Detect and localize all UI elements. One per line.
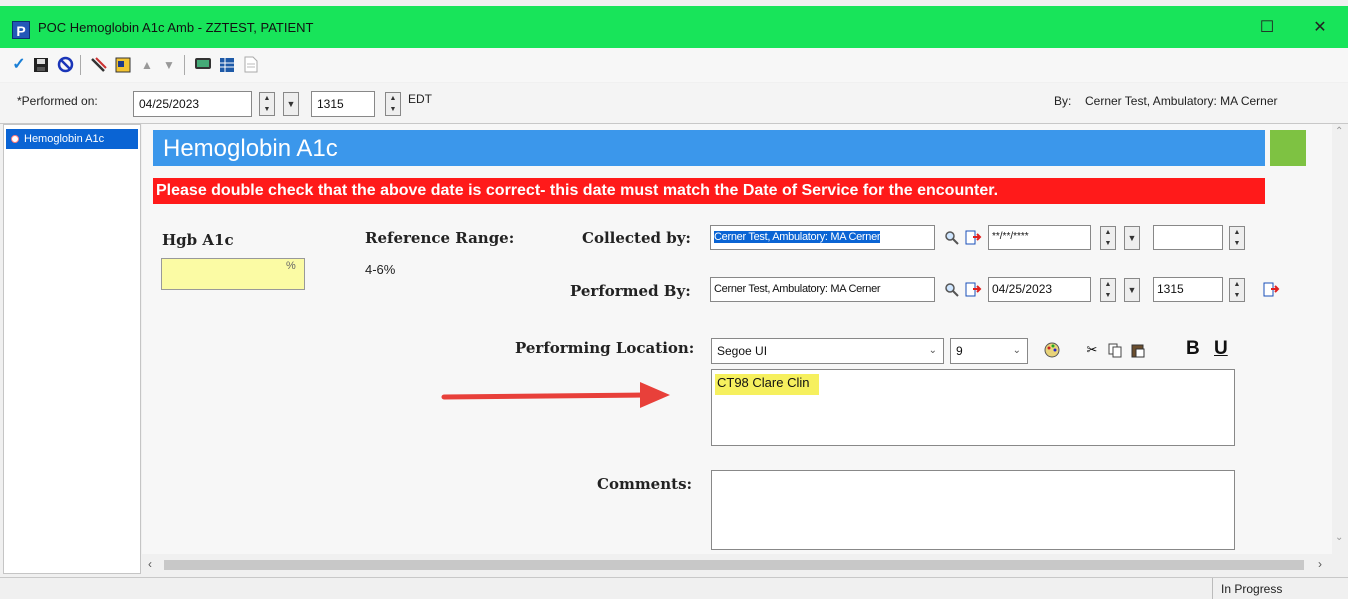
by-label: By: [1054, 94, 1072, 108]
search-icon[interactable] [942, 227, 962, 249]
monitor-icon[interactable] [192, 54, 214, 76]
incomplete-dot-icon [11, 135, 19, 143]
comments-label: Comments: [597, 475, 693, 493]
grid-icon[interactable] [216, 54, 238, 76]
nav-item-hemoglobin-a1c[interactable]: Hemoglobin A1c [6, 129, 138, 149]
performed-calendar-dropdown[interactable]: ▼ [1124, 278, 1140, 302]
up-arrow-icon[interactable]: ▲ [136, 54, 158, 76]
bold-button[interactable]: B [1186, 338, 1200, 360]
font-size-select[interactable]: 9 ⌄ [950, 338, 1028, 364]
time-spinner[interactable]: ▲ ▼ [385, 92, 401, 116]
status-indicator [1270, 130, 1306, 166]
annotation-arrow-icon [441, 382, 670, 408]
font-size-value: 9 [956, 344, 963, 358]
section-header: Hemoglobin A1c [153, 130, 1265, 166]
date-warning-banner: Please double check that the above date … [153, 178, 1265, 204]
status-bar: In Progress [0, 577, 1348, 599]
scroll-right-icon[interactable]: › [1318, 557, 1322, 571]
title-bar: P POC Hemoglobin A1c Amb - ZZTEST, PATIE… [0, 6, 1348, 48]
color-palette-icon[interactable] [1042, 339, 1062, 361]
collected-by-label: Collected by: [582, 229, 691, 247]
performing-location-textarea[interactable]: CT98 Clare Clin [711, 369, 1235, 446]
performed-date-input[interactable]: 04/25/2023 [988, 277, 1091, 302]
by-value: Cerner Test, Ambulatory: MA Cerner [1085, 94, 1278, 108]
insert-date-icon[interactable] [1261, 279, 1281, 301]
collected-calendar-dropdown[interactable]: ▼ [1124, 226, 1140, 250]
performed-on-label: *Performed on: [17, 94, 98, 108]
scroll-down-icon[interactable]: ⌄ [1335, 532, 1343, 543]
mark-icon[interactable] [88, 54, 110, 76]
font-name-value: Segoe UI [717, 344, 768, 358]
hgb-a1c-input[interactable]: % [161, 258, 305, 290]
save-icon[interactable] [30, 54, 52, 76]
location-text: CT98 Clare Clin [715, 374, 820, 395]
section-title: Hemoglobin A1c [163, 135, 338, 162]
collected-by-value: Cerner Test, Ambulatory: MA Cerner [714, 231, 881, 243]
performed-on-bar: *Performed on: 04/25/2023 ▲ ▼ ▼ 1315 ▲ ▼ E… [0, 83, 1348, 124]
insert-date-icon[interactable] [963, 227, 983, 249]
underline-button[interactable]: U [1214, 338, 1228, 360]
comments-textarea[interactable] [711, 470, 1235, 550]
chevron-down-icon: ⌄ [928, 345, 937, 356]
close-button[interactable]: ✕ [1305, 16, 1335, 40]
reference-range-label: Reference Range: [365, 229, 515, 247]
chevron-down-icon: ⌄ [1012, 345, 1021, 356]
performed-time-input[interactable]: 1315 [1153, 277, 1223, 302]
font-name-select[interactable]: Segoe UI ⌄ [711, 338, 944, 364]
hgb-a1c-label: Hgb A1c [162, 231, 234, 249]
search-icon[interactable] [942, 279, 962, 301]
performed-on-time-input[interactable]: 1315 [311, 91, 375, 117]
performed-on-date-input[interactable]: 04/25/2023 [133, 91, 252, 117]
reference-range-value: 4-6% [365, 262, 396, 277]
copy-icon[interactable] [1105, 339, 1125, 361]
collected-date-input[interactable]: **/**/**** [988, 225, 1091, 250]
cut-icon[interactable]: ✂ [1082, 339, 1102, 361]
checkmark-icon[interactable]: ✓ [8, 54, 30, 76]
timezone-label: EDT [408, 92, 432, 106]
performed-by-input[interactable]: Cerner Test, Ambulatory: MA Cerner [710, 277, 935, 302]
status-divider [1212, 578, 1213, 599]
scroll-up-icon[interactable]: ⌃ [1335, 126, 1343, 137]
collected-time-spinner[interactable]: ▲ ▼ [1229, 226, 1245, 250]
performed-by-label: Performed By: [570, 282, 691, 300]
horizontal-scroll-thumb[interactable] [164, 560, 1304, 570]
collected-by-input[interactable]: Cerner Test, Ambulatory: MA Cerner [710, 225, 935, 250]
hgb-unit-label: % [286, 260, 296, 272]
paste-icon[interactable] [1128, 339, 1148, 361]
window-title: POC Hemoglobin A1c Amb - ZZTEST, PATIENT [38, 20, 314, 35]
toolbar: ✓ ▲ ▼ [0, 48, 1348, 82]
section-navigator: Hemoglobin A1c [3, 124, 141, 574]
horizontal-scrollbar[interactable]: ‹ › [142, 556, 1332, 574]
collected-date-spinner[interactable]: ▲ ▼ [1100, 226, 1116, 250]
date-spinner[interactable]: ▲ ▼ [259, 92, 275, 116]
performed-time-spinner[interactable]: ▲ ▼ [1229, 278, 1245, 302]
performed-date-spinner[interactable]: ▲ ▼ [1100, 278, 1116, 302]
app-icon: P [12, 21, 30, 39]
toolbar-separator [80, 55, 81, 75]
form-browser-icon[interactable] [112, 54, 134, 76]
collected-date-placeholder: **/**/**** [992, 231, 1029, 242]
insert-date-icon[interactable] [963, 279, 983, 301]
maximize-button[interactable]: ☐ [1252, 16, 1282, 40]
nav-item-label: Hemoglobin A1c [24, 133, 105, 145]
cancel-icon[interactable] [54, 54, 76, 76]
scroll-left-icon[interactable]: ‹ [148, 557, 152, 571]
performing-location-label: Performing Location: [515, 339, 695, 357]
status-text: In Progress [1221, 582, 1283, 596]
calendar-dropdown[interactable]: ▼ [283, 92, 299, 116]
document-icon[interactable] [240, 54, 262, 76]
toolbar-separator [184, 55, 185, 75]
collected-time-input[interactable] [1153, 225, 1223, 250]
vertical-scrollbar[interactable]: ⌃ ⌄ [1332, 124, 1348, 554]
down-arrow-icon[interactable]: ▼ [158, 54, 180, 76]
